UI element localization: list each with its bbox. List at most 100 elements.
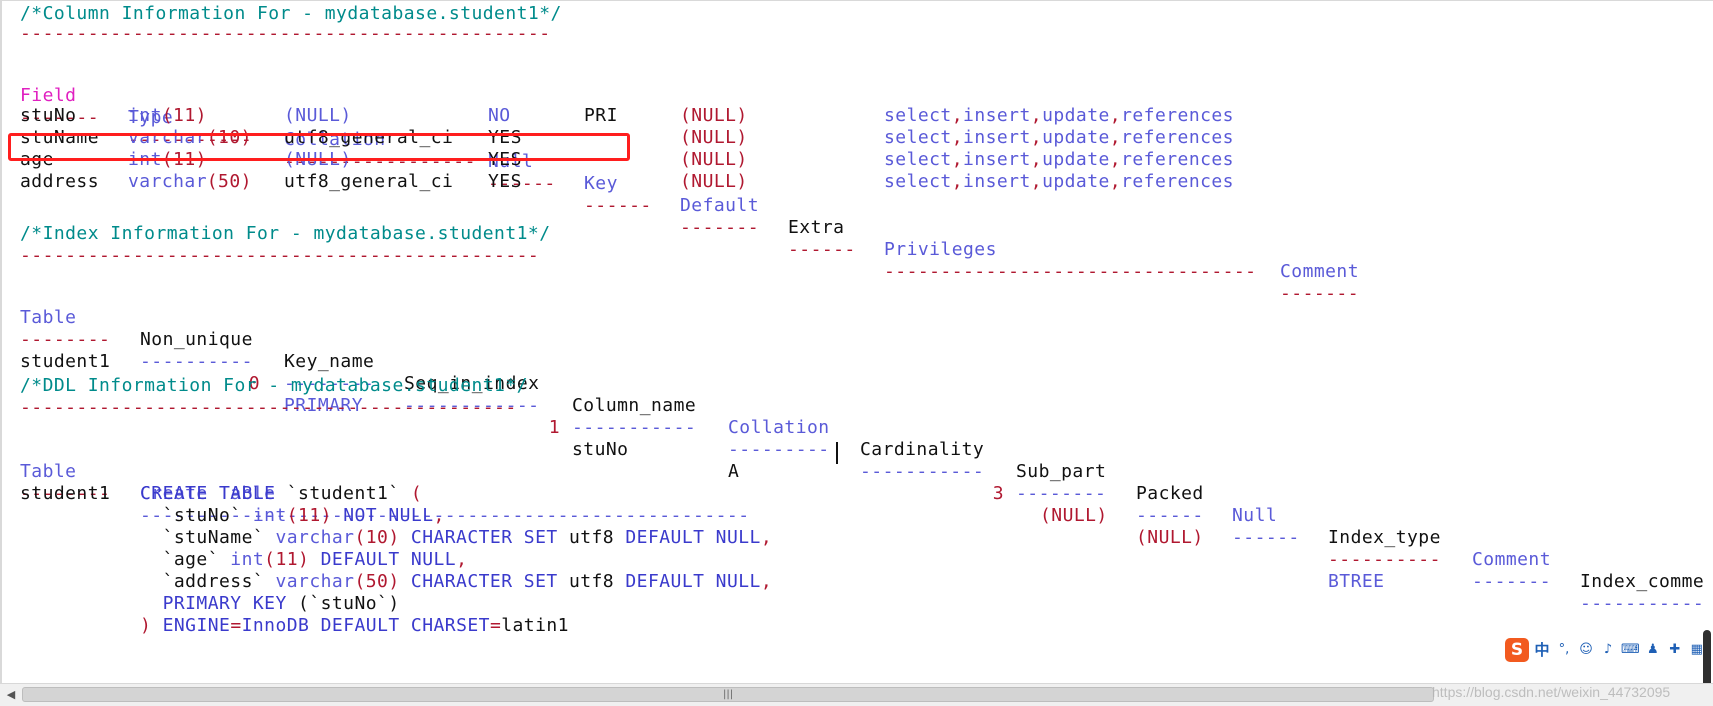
cell-type-args: (50) [206,171,252,192]
col-header-default: Default [680,195,760,216]
privilege-item: references [1121,127,1234,148]
ddl-token: DEFAULT NULL [309,549,457,570]
cell-field: address [20,171,100,192]
ddl-info-comment-dashes: ----------------------------------------… [20,397,517,418]
privilege-separator: , [1109,171,1122,192]
ddl-cell-table: student1 [20,483,111,504]
ddl-token: latin1 [501,615,569,636]
privilege-separator: , [1030,171,1043,192]
idx-header-non-unique: Non_unique [140,329,253,350]
idx-dash-non-unique: ---------- [140,351,253,372]
column-info-comment: /*Column Information For - mydatabase.st… [20,3,562,24]
idx-header-column-name: Column_name [572,395,697,416]
cell-type-args: (11) [161,105,207,126]
chinese-mode-icon[interactable]: 中 [1533,639,1551,661]
scrollbar-grip-icon: ||| [723,689,734,700]
privilege-item: references [1121,171,1234,192]
ddl-token: `stuNo` [140,505,253,526]
ime-toolbar[interactable]: S 中 °, ☺ ♪ ⌨ ♟ ✚ ▦ [1505,636,1713,664]
ddl-info-comment: /*DDL Information For - mydatabase.stude… [20,375,528,396]
privilege-item: insert [963,127,1031,148]
scrollbar-thumb[interactable]: ||| [22,687,1434,702]
idx-header-collation: Collation [728,417,830,438]
privilege-item: update [1042,105,1110,126]
privilege-item: select [884,171,952,192]
microphone-icon[interactable]: ♪ [1599,639,1617,661]
text-caret [836,442,838,464]
privilege-item: insert [963,171,1031,192]
cell-type-name: varchar [128,171,208,192]
ime-toolbar-items: 中 °, ☺ ♪ ⌨ ♟ ✚ ▦ [1529,639,1706,661]
cell-type-name: int [128,105,162,126]
ddl-token: CREATE TABLE [140,483,276,504]
ddl-token: (10) [354,527,400,548]
privilege-separator: , [1030,127,1043,148]
column-info-comment-dashes: ----------------------------------------… [20,23,551,44]
col-header-privileges: Privileges [884,239,997,260]
ddl-token: (11) [286,505,332,526]
idx-header-comment: Comment [1472,549,1552,570]
privilege-separator: , [1030,149,1043,170]
cell-default: (NULL) [680,105,748,126]
cell-default: (NULL) [680,171,748,192]
idx-cell-packed: (NULL) [1136,527,1204,548]
privilege-separator: , [951,127,964,148]
cell-field: stuNo [20,105,77,126]
user-icon[interactable]: ♟ [1644,639,1662,661]
ddl-token: DEFAULT CHARSET [309,615,490,636]
cell-privileges: select,insert,update,references [884,171,1234,193]
privilege-separator: , [951,149,964,170]
ddl-token: utf8 [568,527,615,548]
index-info-header-dashes: -------- ---------- -------- -----------… [20,307,1704,614]
cell-default: (NULL) [680,149,748,170]
idx-dash-index-type: ---------- [1328,549,1441,570]
privilege-separator: , [951,171,964,192]
ddl-token: `stuName` [140,527,276,548]
ddl-token: = [230,615,242,636]
ddl-token: , [456,549,468,570]
ddl-token: , [760,527,773,548]
emoji-icon[interactable]: ☺ [1577,639,1595,661]
idx-cell-column-name: stuNo [572,439,629,460]
sogou-logo-icon[interactable]: S [1505,638,1529,662]
ddl-token: InnoDB [241,615,310,636]
privilege-item: select [884,105,952,126]
privilege-item: insert [963,149,1031,170]
idx-dash-column-name: ----------- [572,417,697,438]
idx-cell-cardinality: 3 [992,483,1004,504]
privilege-item: references [1121,149,1234,170]
cell-privileges: select,insert,update,references [884,149,1234,171]
punctuation-icon[interactable]: °, [1555,639,1573,661]
scroll-left-arrow-icon[interactable]: ◀ [4,688,18,702]
idx-dash-sub-part: -------- [1016,483,1107,504]
cell-privileges: select,insert,update,references [884,105,1234,127]
idx-header-key-name: Key_name [284,351,375,372]
ddl-token: `age` [140,549,231,570]
ddl-token: (11) [264,549,310,570]
cell-collation: (NULL) [284,105,352,126]
ddl-line: `address` varchar(50) CHARACTER SET utf8… [140,571,772,593]
privilege-separator: , [1109,127,1122,148]
col-dash-key: ------ [584,195,652,216]
ddl-token: PRIMARY KEY [140,593,299,614]
ddl-token: DEFAULT NULL [614,527,761,548]
ddl-token: ) [140,615,163,636]
sql-result-editor[interactable]: /*Column Information For - mydatabase.st… [0,0,1713,683]
privilege-item: update [1042,171,1110,192]
privilege-item: select [884,127,952,148]
privilege-separator: , [1109,105,1122,126]
idx-dash-comment: ------- [1472,571,1552,592]
idx-header-packed: Packed [1136,483,1204,504]
ddl-line: `stuNo` int(11) NOT NULL, [140,505,445,527]
ddl-token: int [252,505,287,526]
privilege-item: update [1042,149,1110,170]
ddl-token: CHARACTER SET [399,571,569,592]
ddl-token: varchar [275,571,355,592]
ddl-token: (`stuNo`) [298,593,400,614]
col-dash-extra: ------ [788,239,856,260]
col-dash-default: ------- [680,217,760,238]
skin-icon[interactable]: ✚ [1666,639,1684,661]
col-header-key: Key [584,173,618,194]
keyboard-icon[interactable]: ⌨ [1621,639,1640,661]
privilege-separator: , [951,105,964,126]
